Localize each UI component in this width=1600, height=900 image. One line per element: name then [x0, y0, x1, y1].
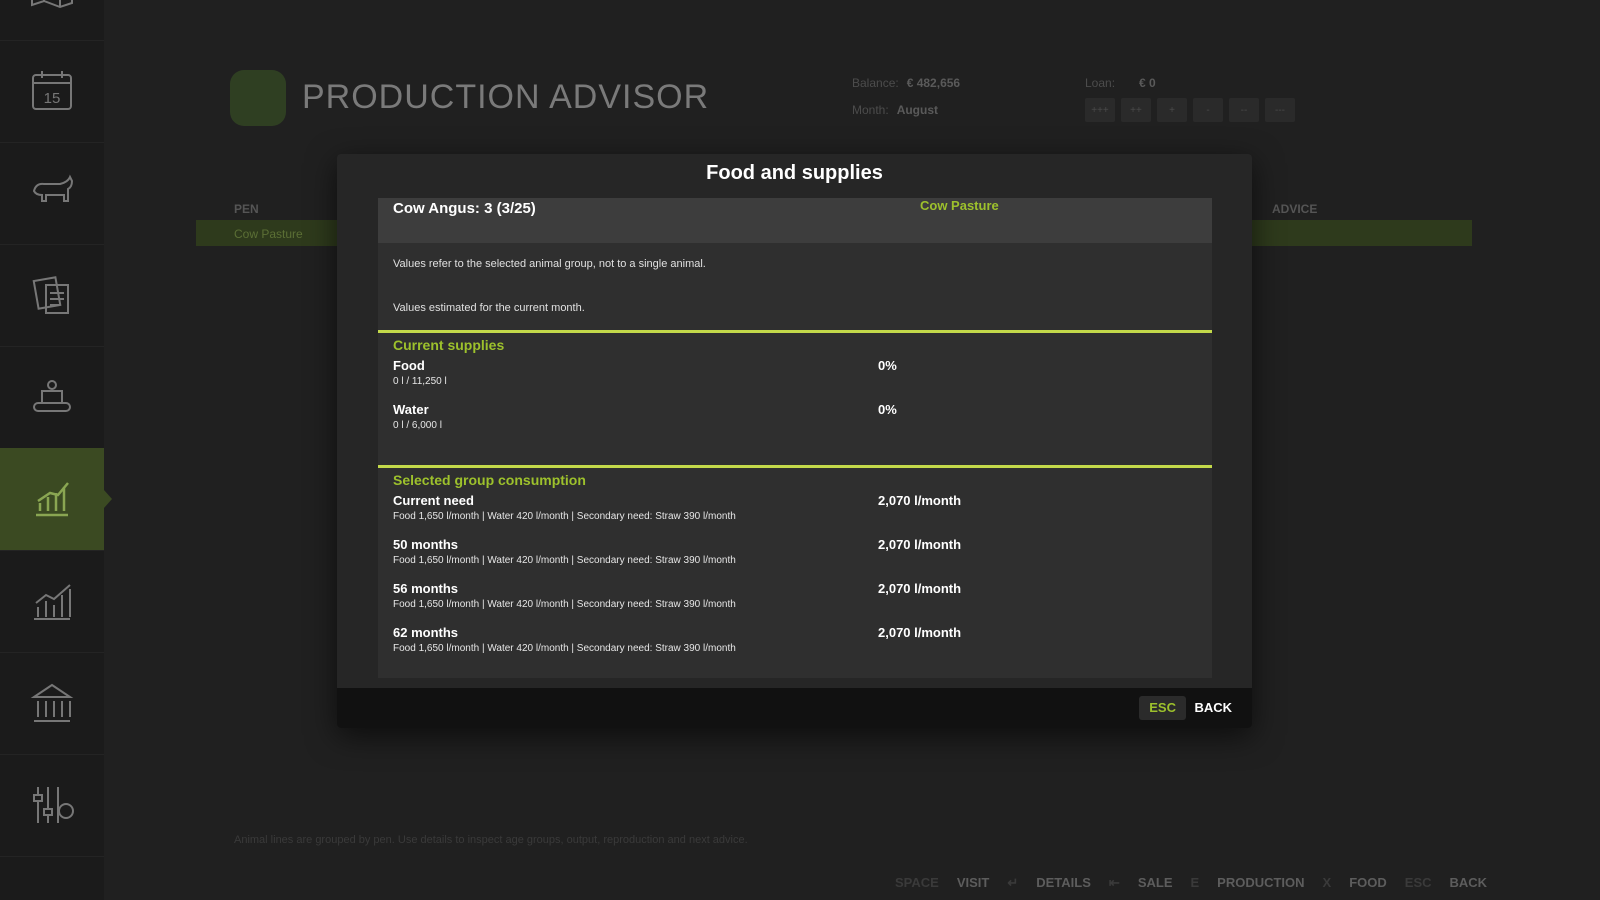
balance-stat: Balance: € 482,656: [852, 76, 960, 90]
section-current-supplies: Current supplies: [393, 337, 505, 353]
advisor-icon: [36, 482, 69, 517]
sidebar-item-settings[interactable]: [0, 754, 104, 857]
footer-key-x: X: [1322, 875, 1332, 890]
consumption-value: 2,070 l/month: [878, 581, 962, 596]
balance-label: Balance:: [852, 76, 899, 90]
animal-group: Cow Angus: 3 (3/25): [393, 200, 536, 217]
consumption-value: 2,070 l/month: [878, 537, 962, 552]
consumption-label: 50 months: [393, 537, 459, 552]
column-advice: ADVICE: [1272, 202, 1318, 216]
sidebar-item-production[interactable]: [0, 346, 104, 449]
footer-sale[interactable]: SALE: [1138, 875, 1173, 891]
page-title: PRODUCTION ADVISOR: [302, 78, 710, 116]
supply-amount: 0 l / 11,250 l: [393, 376, 447, 387]
advisor-logo-icon: [230, 70, 286, 126]
speed-button-1[interactable]: +++: [1085, 98, 1115, 122]
month-label: Month:: [852, 103, 889, 117]
footer-key-space: SPACE: [895, 875, 939, 890]
finances-icon: [30, 683, 74, 722]
sidebar-item-contracts[interactable]: [0, 244, 104, 347]
section-group-consumption: Selected group consumption: [393, 472, 586, 488]
map-icon: [31, 0, 73, 9]
consumption-detail: Food 1,650 l/month | Water 420 l/month |…: [393, 599, 736, 610]
month-stat: Month: August: [852, 103, 938, 117]
supply-amount: 0 l / 6,000 l: [393, 420, 442, 431]
row-pen: Cow Pasture: [234, 227, 303, 241]
loan-value: € 0: [1139, 76, 1156, 90]
speed-button-4[interactable]: -: [1193, 98, 1223, 122]
sidebar-item-finances[interactable]: [0, 652, 104, 755]
livestock-icon: [32, 174, 74, 202]
sidebar-item-livestock[interactable]: [0, 142, 104, 245]
animal-header: Cow Angus: 3 (3/25) Cow Pasture: [378, 198, 1212, 243]
speed-button-5[interactable]: --: [1229, 98, 1259, 122]
speed-button-2[interactable]: ++: [1121, 98, 1151, 122]
speed-buttons: +++ ++ + - -- ---: [1085, 98, 1295, 122]
month-value: August: [896, 103, 939, 117]
sidebar-item-map[interactable]: [0, 0, 104, 41]
loan-label: Loan:: [1085, 76, 1116, 90]
settings-icon: [33, 787, 74, 823]
footer-key-esc: ESC: [1404, 875, 1432, 890]
consumption-label: Current need: [393, 493, 474, 508]
pen-name: Cow Pasture: [920, 198, 999, 213]
supply-percent: 0%: [878, 358, 897, 373]
sidebar-item-statistics[interactable]: [0, 550, 104, 653]
footer-production[interactable]: PRODUCTION: [1217, 875, 1304, 891]
hint-text: Animal lines are grouped by pen. Use det…: [234, 834, 748, 846]
footer-details[interactable]: DETAILS: [1036, 875, 1091, 891]
supply-percent: 0%: [878, 402, 897, 417]
note-group: Values refer to the selected animal grou…: [393, 258, 706, 270]
footer-key-enter: ↵: [1007, 875, 1019, 890]
footer-back[interactable]: BACK: [1450, 875, 1488, 891]
calendar-day: 15: [44, 90, 61, 107]
back-button[interactable]: BACK: [1194, 696, 1232, 720]
dialog-content: Cow Angus: 3 (3/25) Cow Pasture Values r…: [378, 198, 1212, 678]
speed-button-3[interactable]: +: [1157, 98, 1187, 122]
consumption-detail: Food 1,650 l/month | Water 420 l/month |…: [393, 555, 736, 566]
footer-actions: SPACE VISIT ↵ DETAILS ⇤ SALE E PRODUCTIO…: [895, 875, 1487, 891]
footer-key-e: E: [1190, 875, 1200, 890]
consumption-value: 2,070 l/month: [878, 493, 962, 508]
consumption-label: 56 months: [393, 581, 459, 596]
balance-value: € 482,656: [906, 76, 961, 90]
dialog-footer: ESC BACK: [337, 688, 1252, 728]
production-icon: [33, 380, 71, 412]
sidebar-item-calendar[interactable]: 15: [0, 40, 104, 143]
sidebar: 15: [0, 0, 112, 900]
dialog-title: Food and supplies: [706, 162, 883, 184]
consumption-detail: Food 1,650 l/month | Water 420 l/month |…: [393, 643, 736, 654]
column-pen: PEN: [234, 202, 259, 216]
footer-visit[interactable]: VISIT: [957, 875, 990, 891]
consumption-detail: Food 1,650 l/month | Water 420 l/month |…: [393, 511, 736, 522]
calendar-icon: 15: [32, 71, 72, 110]
divider: [378, 330, 1212, 333]
food-supplies-dialog: Food and supplies Cow Angus: 3 (3/25) Co…: [337, 154, 1252, 728]
note-estimate: Values estimated for the current month.: [393, 302, 585, 314]
footer-key-tab: ⇤: [1108, 875, 1120, 890]
supply-label: Food: [393, 358, 425, 373]
consumption-label: 62 months: [393, 625, 459, 640]
divider: [378, 465, 1212, 468]
loan-stat: Loan: € 0: [1085, 76, 1156, 90]
footer-food[interactable]: FOOD: [1349, 875, 1387, 891]
esc-key[interactable]: ESC: [1139, 696, 1186, 720]
speed-button-6[interactable]: ---: [1265, 98, 1295, 122]
consumption-value: 2,070 l/month: [878, 625, 962, 640]
statistics-icon: [34, 584, 71, 620]
contracts-icon: [32, 276, 69, 314]
sidebar-item-advisor[interactable]: [0, 448, 112, 551]
supply-label: Water: [393, 402, 429, 417]
